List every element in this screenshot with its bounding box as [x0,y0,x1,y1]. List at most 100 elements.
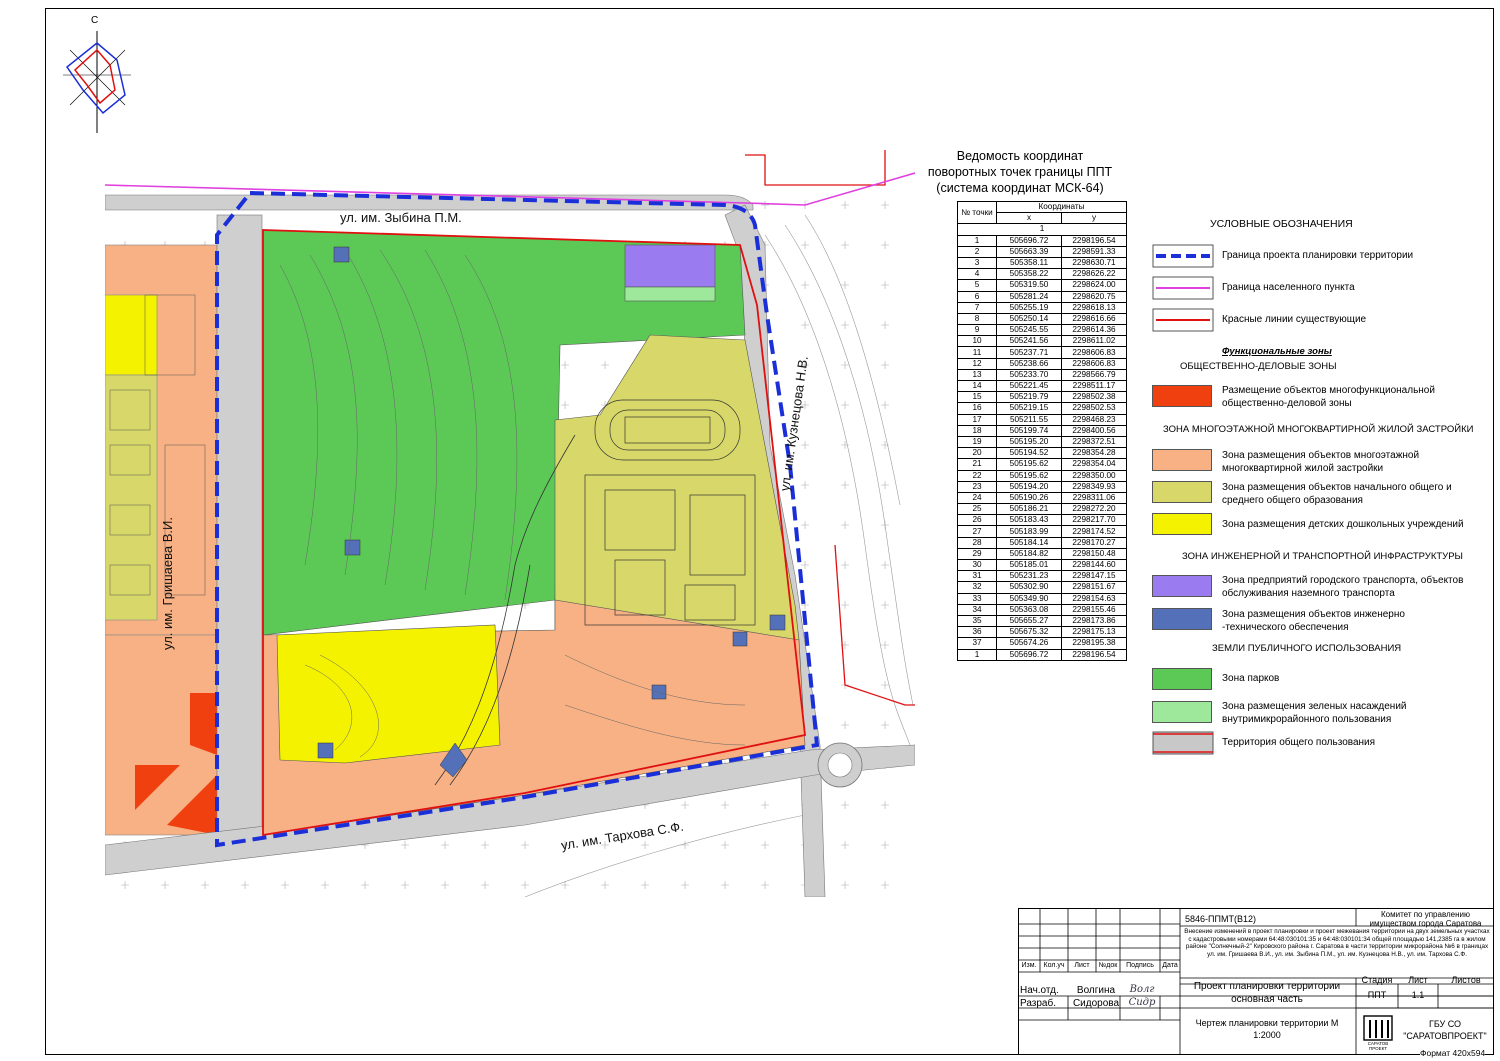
coord-row: 13 505233.70 2298566.79 [957,368,1127,382]
north-label: С [91,15,99,26]
compass: С [55,15,135,135]
coord-row: 1 505696.72 2298196.54 [957,648,1127,661]
coord-point-no: 18 [957,424,997,437]
coord-point-no: 2 [957,245,997,258]
coord-y: 2298626.22 [1061,268,1127,281]
swatch-engineering [1152,608,1212,630]
coord-y: 2298468.23 [1061,413,1127,426]
coord-y: 2298174.52 [1061,525,1127,538]
coord-row: 33 505349.90 2298154.63 [957,592,1127,605]
coord-x: 505655.27 [996,614,1062,628]
coord-point-no: 19 [957,435,997,449]
legend-ppt-boundary: Граница проекта планировки территории [1222,250,1414,261]
coord-point-no: 36 [957,626,997,639]
coord-x: 505250.14 [996,312,1062,326]
coord-x: 505237.71 [996,346,1062,359]
coord-y: 2298620.75 [1061,290,1127,303]
coord-head-ring: 1 [957,223,1127,236]
legend-common: Территория общего пользования [1222,737,1376,748]
legend-kinder: Зона размещения детских дошкольных учреж… [1222,519,1464,530]
legend-func-zones: Функциональные зоны [1222,346,1332,357]
coord-point-no: 3 [957,256,997,270]
coord-row: 37 505674.26 2298195.38 [957,637,1127,650]
coord-y: 2298400.56 [1061,424,1127,437]
coord-row: 16 505219.15 2298502.53 [957,402,1127,415]
tb-drawing: Чертеж планировки территории М 1:2000 [1195,1018,1339,1040]
coord-x: 505696.72 [996,648,1062,661]
tb-logo-text: САРАТОВ ПРОЕКТ [1367,1041,1389,1051]
coord-y: 2298591.33 [1061,245,1127,258]
legend-engineering: Зона размещения объектов инженерно -техн… [1222,609,1405,633]
coord-row: 28 505184.14 2298170.27 [957,536,1127,549]
coord-x: 505674.26 [996,637,1062,650]
tb-col-list: Лист [1074,962,1090,969]
coord-x: 505199.74 [996,424,1062,437]
coord-row: 35 505655.27 2298173.86 [957,614,1127,628]
legend-h-infra: ЗОНА ИНЖЕНЕРНОЙ И ТРАНСПОРТНОЙ ИНФРАСТРУ… [1182,551,1463,562]
legend-business: Размещение объектов многофункциональной … [1222,385,1435,409]
tb-org: ГБУ СО "САРАТОВПРОЕКТ" [1403,1019,1487,1041]
coord-table-title: Ведомость координат поворотных точек гра… [927,149,1113,195]
tb-sheet-h: Лист [1408,975,1428,985]
coord-row: 10 505241.56 2298611.02 [957,335,1127,348]
coord-y: 2298354.28 [1061,447,1127,460]
tb-col-koluch: Кол.уч [1043,962,1065,969]
coord-head-y: y [1061,212,1127,225]
coord-x: 505281.24 [996,290,1062,303]
coord-x: 505245.55 [996,324,1062,337]
coord-x: 505186.21 [996,503,1062,516]
coord-point-no: 11 [957,346,997,359]
coord-point-no: 35 [957,614,997,628]
tb-sheets-h: Листов [1451,975,1481,985]
coord-point-no: 20 [957,447,997,460]
format-label: Формат 420х594 [1420,1048,1486,1058]
legend-red-lines: Красные линии существующие [1222,314,1367,325]
coord-row: 11 505237.71 2298606.83 [957,346,1127,359]
coord-x: 505183.43 [996,514,1062,527]
coord-x: 505195.62 [996,458,1062,471]
tb-project: Проект планировки территории основная ча… [1193,981,1341,1005]
tb-description: Внесение изменений в проект планировки и… [1184,928,1490,958]
coord-row: 1 505696.72 2298196.54 [957,234,1127,247]
coord-y: 2298196.54 [1061,234,1127,247]
coord-y: 2298611.02 [1061,335,1127,348]
coord-x: 505219.15 [996,402,1062,415]
coord-y: 2298155.46 [1061,603,1127,616]
coord-y: 2298618.13 [1061,301,1127,314]
coord-point-no: 21 [957,458,997,471]
coord-y: 2298511.17 [1061,379,1127,393]
coord-row: 9 505245.55 2298614.36 [957,324,1127,337]
coord-row: 26 505183.43 2298217.70 [957,514,1127,527]
coord-point-no: 23 [957,480,997,493]
coord-y: 2298175.13 [1061,626,1127,639]
swatch-business [1152,385,1212,407]
legend-settlement-boundary: Граница населенного пункта [1222,282,1355,293]
coord-x: 505358.22 [996,268,1062,281]
coord-point-no: 6 [957,290,997,303]
coord-point-no: 16 [957,402,997,415]
tb-client: Комитет по управлению имуществом города … [1369,910,1482,928]
tb-sig1: Волг [1129,984,1155,995]
coord-point-no: 17 [957,413,997,426]
coord-y: 2298144.60 [1061,558,1127,572]
planning-map [105,145,915,897]
coord-point-no: 12 [957,357,997,370]
coord-point-no: 32 [957,581,997,594]
coord-row: 5 505319.50 2298624.00 [957,279,1127,292]
legend-residential: Зона размещения объектов многоэтажной мн… [1222,450,1420,474]
coord-row: 31 505231.23 2298147.15 [957,570,1127,583]
swatch-common [1152,731,1214,755]
coord-x: 505302.90 [996,581,1062,594]
coord-row: 17 505211.55 2298468.23 [957,413,1127,426]
tb-sig2: Сидр [1128,997,1156,1008]
coord-y: 2298350.00 [1061,469,1127,482]
wind-rose-icon [63,31,131,133]
coord-y: 2298616.66 [1061,312,1127,326]
legend-parks: Зона парков [1222,673,1280,684]
coord-y: 2298154.63 [1061,592,1127,605]
tb-name1: Волгина [1076,985,1116,996]
coord-x: 505194.52 [996,447,1062,460]
coord-x: 505358.11 [996,256,1062,270]
coord-row: 7 505255.19 2298618.13 [957,301,1127,314]
coord-x: 505184.82 [996,547,1062,561]
